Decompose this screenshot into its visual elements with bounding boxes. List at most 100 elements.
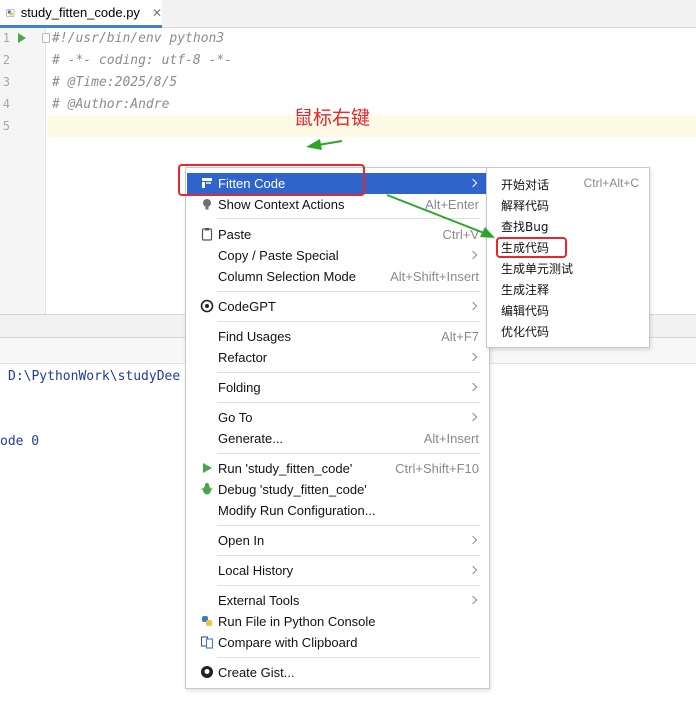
menu-separator <box>217 453 480 454</box>
menu-item-shortcut: Ctrl+Shift+F10 <box>395 461 479 476</box>
annotation-label: 鼠标右键 <box>294 107 371 129</box>
menu-item-create-gist[interactable]: Create Gist... <box>187 662 488 683</box>
menu-item-run-file-in-python-console[interactable]: Run File in Python Console <box>187 611 488 632</box>
line-number: 3 <box>2 75 10 89</box>
menu-item-label: Generate... <box>218 431 284 446</box>
submenu-item-label: 编辑代码 <box>501 304 550 318</box>
menu-item-label: Compare with Clipboard <box>218 635 358 650</box>
menu-separator <box>217 321 480 322</box>
submenu-item-generate-comments[interactable]: 生成注释 <box>488 278 648 299</box>
menu-item-local-history[interactable]: Local History <box>187 560 488 581</box>
menu-separator <box>217 585 480 586</box>
submenu-arrow-icon <box>468 352 478 362</box>
menu-item-label: Run File in Python Console <box>218 614 376 629</box>
debug-bug-icon <box>201 483 213 495</box>
menu-item-label: CodeGPT <box>218 299 276 314</box>
generate-code-highlight-box <box>496 237 567 258</box>
submenu-arrow-icon <box>468 250 478 260</box>
menu-item-label: Create Gist... <box>218 665 295 680</box>
submenu-item-optimize-code[interactable]: 优化代码 <box>488 320 648 341</box>
clipboard-icon <box>201 228 213 241</box>
menu-separator <box>217 291 480 292</box>
menu-item-find-usages[interactable]: Find Usages Alt+F7 <box>187 326 488 347</box>
menu-item-compare-with-clipboard[interactable]: Compare with Clipboard <box>187 632 488 653</box>
menu-item-run[interactable]: Run 'study_fitten_code' Ctrl+Shift+F10 <box>187 458 488 479</box>
current-line-highlight <box>47 115 696 137</box>
submenu-arrow-icon <box>468 565 478 575</box>
menu-item-shortcut: Alt+F7 <box>441 329 479 344</box>
menu-item-label: External Tools <box>218 593 300 608</box>
console-exit-code: ode 0 <box>0 434 40 449</box>
menu-item-column-selection-mode[interactable]: Column Selection Mode Alt+Shift+Insert <box>187 266 488 287</box>
submenu-arrow-icon <box>468 301 478 311</box>
menu-separator <box>217 218 480 219</box>
menu-item-label: Refactor <box>218 350 268 365</box>
menu-separator <box>217 657 480 658</box>
menu-item-shortcut: Alt+Insert <box>423 431 479 446</box>
code-line[interactable]: # @Author:Andre <box>52 97 169 112</box>
submenu-arrow-icon <box>468 382 478 392</box>
menu-item-shortcut: Ctrl+V <box>442 227 479 242</box>
context-menu: Fitten Code Show Context Actions Alt+Ent… <box>185 167 490 689</box>
menu-separator <box>217 402 480 403</box>
menu-item-go-to[interactable]: Go To <box>187 407 488 428</box>
menu-item-shortcut: Alt+Enter <box>425 197 479 212</box>
menu-item-refactor[interactable]: Refactor <box>187 347 488 368</box>
line-number: 2 <box>2 53 10 67</box>
submenu-item-label: 优化代码 <box>501 325 550 339</box>
menu-item-label: Show Context Actions <box>218 197 345 212</box>
menu-item-paste[interactable]: Paste Ctrl+V <box>187 224 488 245</box>
menu-item-debug[interactable]: Debug 'study_fitten_code' <box>187 479 488 500</box>
submenu-item-shortcut: Ctrl+Alt+C <box>583 176 639 190</box>
file-tab[interactable]: study_fitten_code.py ✕ <box>0 0 162 28</box>
submenu-item-label: 开始对话 <box>501 178 550 192</box>
menu-item-label: Open In <box>218 533 265 548</box>
menu-item-show-context-actions[interactable]: Show Context Actions Alt+Enter <box>187 194 488 215</box>
editor-tab-bar: study_fitten_code.py ✕ <box>0 0 696 28</box>
lightbulb-icon <box>203 199 211 210</box>
menu-item-shortcut: Alt+Shift+Insert <box>390 269 479 284</box>
menu-item-label: Go To <box>218 410 253 425</box>
menu-item-label: Find Usages <box>218 329 291 344</box>
menu-item-label: Folding <box>218 380 261 395</box>
file-tab-label: study_fitten_code.py <box>20 5 140 20</box>
run-gutter-icon[interactable] <box>18 33 26 43</box>
menu-item-modify-run-configuration[interactable]: Modify Run Configuration... <box>187 500 488 521</box>
fold-icon[interactable] <box>42 33 50 43</box>
menu-item-label: Modify Run Configuration... <box>218 503 376 518</box>
menu-item-open-in[interactable]: Open In <box>187 530 488 551</box>
menu-item-label: Debug 'study_fitten_code' <box>218 482 367 497</box>
close-tab-icon[interactable]: ✕ <box>152 6 162 20</box>
menu-item-generate[interactable]: Generate... Alt+Insert <box>187 428 488 449</box>
run-icon <box>203 463 212 473</box>
line-number: 4 <box>2 97 10 111</box>
menu-item-label: Local History <box>218 563 294 578</box>
submenu-item-generate-unit-tests[interactable]: 生成单元测试 <box>488 257 648 278</box>
submenu-item-find-bug[interactable]: 查找Bug <box>488 215 648 236</box>
menu-item-copy-paste-special[interactable]: Copy / Paste Special <box>187 245 488 266</box>
submenu-arrow-icon <box>468 535 478 545</box>
submenu-arrow-icon <box>468 595 478 605</box>
code-line[interactable]: # -*- coding: utf-8 -*- <box>52 53 232 68</box>
menu-item-label: Copy / Paste Special <box>218 248 339 263</box>
code-line[interactable]: # @Time:2025/8/5 <box>52 75 177 90</box>
submenu-item-label: 查找Bug <box>501 220 549 234</box>
python-file-icon <box>6 8 15 17</box>
submenu-item-explain-code[interactable]: 解释代码 <box>488 194 648 215</box>
console-command-line: D:\PythonWork\studyDee <box>8 369 181 384</box>
code-line[interactable]: #!/usr/bin/env python3 <box>52 31 224 46</box>
line-number: 1 <box>2 31 10 45</box>
submenu-item-edit-code[interactable]: 编辑代码 <box>488 299 648 320</box>
menu-separator <box>217 372 480 373</box>
menu-item-folding[interactable]: Folding <box>187 377 488 398</box>
menu-item-label: Paste <box>218 227 252 242</box>
menu-separator <box>217 555 480 556</box>
github-icon <box>201 666 213 678</box>
codegpt-icon <box>200 299 214 313</box>
line-gutter: 1 2 3 4 5 <box>0 28 46 314</box>
submenu-arrow-icon <box>468 178 478 188</box>
menu-item-label: Run 'study_fitten_code' <box>218 461 353 476</box>
submenu-item-start-chat[interactable]: 开始对话 Ctrl+Alt+C <box>488 173 648 194</box>
menu-item-external-tools[interactable]: External Tools <box>187 590 488 611</box>
menu-item-codegpt[interactable]: CodeGPT <box>187 296 488 317</box>
